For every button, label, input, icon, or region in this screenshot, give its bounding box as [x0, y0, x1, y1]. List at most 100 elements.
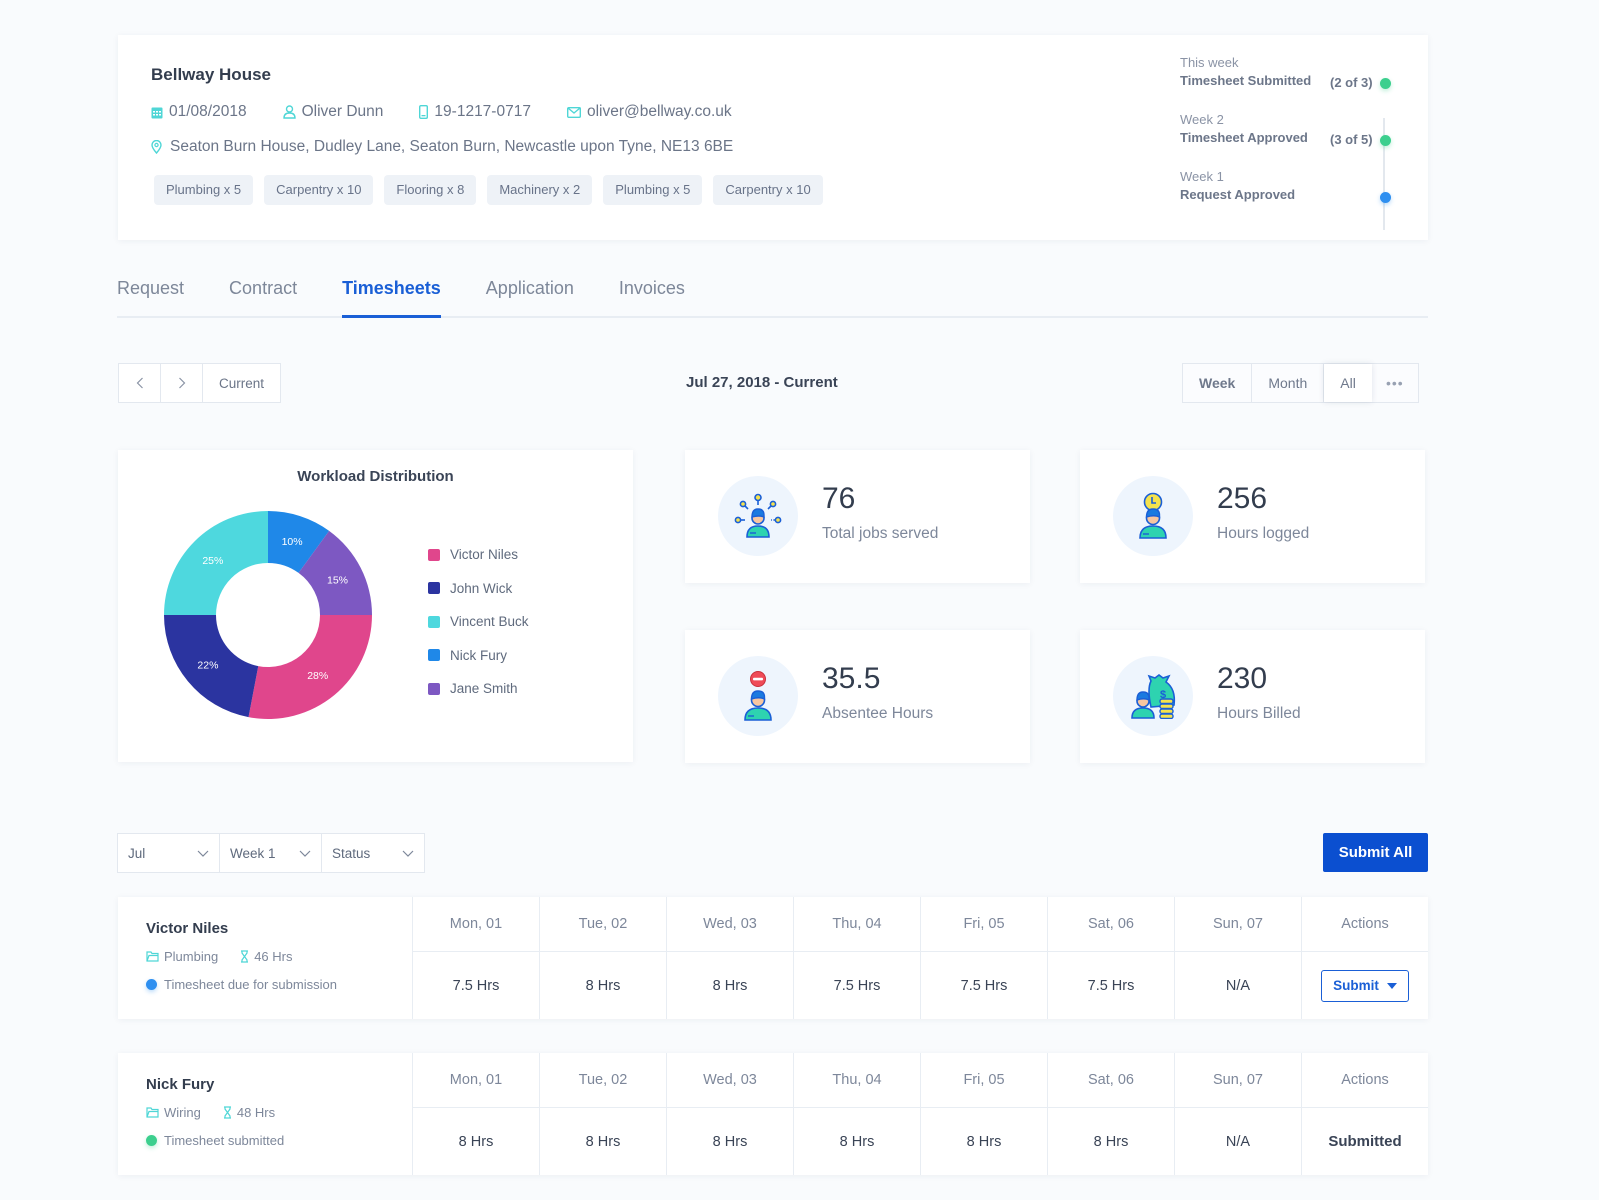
legend-label: Victor Niles — [450, 547, 519, 563]
slice-label: 25% — [202, 555, 223, 567]
legend-label: Nick Fury — [450, 647, 507, 663]
chart-legend: Victor Niles John Wick Vincent Buck Nick Fu… — [428, 538, 529, 706]
day-column: Wed, 03 8 Hrs — [667, 1053, 794, 1175]
day-hours-cell[interactable]: N/A — [1175, 952, 1301, 1019]
status-dot — [146, 979, 157, 990]
day-hours-cell[interactable]: 8 Hrs — [540, 1108, 666, 1175]
day-column: Fri, 05 8 Hrs — [921, 1053, 1048, 1175]
timesheet-grid: Mon, 01 8 Hrs Tue, 02 8 Hrs Wed, 03 8 Hrs Thu,… — [413, 1053, 1428, 1175]
day-header: Fri, 05 — [921, 897, 1047, 952]
chevron-down-icon — [402, 850, 414, 857]
tab-application[interactable]: Application — [486, 278, 574, 316]
stat-card-hours-billed: $ 230 Hours Billed — [1080, 630, 1425, 763]
worker-trade: Wiring — [146, 1105, 201, 1120]
timeline-item: Week 1 Request Approved — [1180, 169, 1410, 226]
submit-dropdown-button[interactable]: Submit — [1321, 969, 1409, 1002]
timesheet-status: Timesheet submitted — [146, 1133, 284, 1148]
worker-meta: Plumbing 46 Hrs — [146, 949, 315, 964]
worker-name[interactable]: Nick Fury — [146, 1076, 214, 1093]
project-address: Seaton Burn House, Dudley Lane, Seaton B… — [151, 138, 733, 156]
legend-item[interactable]: Victor Niles — [428, 538, 529, 572]
current-button[interactable]: Current — [203, 364, 280, 402]
day-hours-cell[interactable]: 7.5 Hrs — [413, 952, 539, 1019]
week-select-value: Week 1 — [230, 845, 276, 861]
legend-item[interactable]: John Wick — [428, 572, 529, 606]
day-hours-cell[interactable]: 7.5 Hrs — [794, 952, 920, 1019]
status-select-value: Status — [332, 845, 371, 861]
day-hours-cell[interactable]: N/A — [1175, 1108, 1301, 1175]
week-select[interactable]: Week 1 — [220, 834, 322, 872]
previous-button[interactable] — [119, 364, 161, 402]
folder-icon — [146, 951, 159, 962]
day-hours-cell[interactable]: 8 Hrs — [540, 952, 666, 1019]
status-timeline: This week Timesheet Submitted (2 of 3) W… — [1180, 55, 1410, 226]
project-email-link[interactable]: oliver@bellway.co.uk — [587, 103, 732, 121]
day-header: Wed, 03 — [667, 897, 793, 952]
project-contact: Oliver Dunn — [282, 103, 383, 121]
day-hours-cell[interactable]: 7.5 Hrs — [921, 952, 1047, 1019]
day-hours-cell[interactable]: 7.5 Hrs — [1048, 952, 1174, 1019]
workload-chart-card: Workload Distribution 10% 15% 28% 22% 25% Vi… — [118, 450, 633, 762]
month-select[interactable]: Jul — [118, 834, 220, 872]
project-phone-text[interactable]: 19-1217-0717 — [434, 103, 531, 121]
trade-tags: Plumbing x 5 Carpentry x 10 Flooring x 8… — [154, 175, 834, 205]
worker-info: Nick Fury Wiring 48 Hrs Timesheet submitted — [118, 1053, 413, 1175]
next-button[interactable] — [161, 364, 203, 402]
tab-contract[interactable]: Contract — [229, 278, 297, 316]
project-address-text: Seaton Burn House, Dudley Lane, Seaton B… — [170, 138, 734, 155]
worker-trade: Plumbing — [146, 949, 218, 964]
day-column: Mon, 01 7.5 Hrs — [413, 897, 540, 1019]
stat-label: Hours logged — [1217, 525, 1310, 542]
day-hours-cell[interactable]: 8 Hrs — [413, 1108, 539, 1175]
submit-all-button[interactable]: Submit All — [1323, 833, 1428, 872]
trade-tag: Machinery x 2 — [487, 175, 593, 205]
worker-hours: 46 Hrs — [240, 949, 293, 964]
project-title: Bellway House — [151, 65, 271, 84]
tab-timesheets[interactable]: Timesheets — [342, 278, 441, 318]
legend-swatch — [428, 649, 440, 662]
day-hours-cell[interactable]: 8 Hrs — [667, 1108, 793, 1175]
hourglass-icon — [223, 1106, 231, 1119]
more-options-button[interactable]: ••• — [1372, 364, 1418, 402]
day-header: Wed, 03 — [667, 1053, 793, 1108]
location-pin-icon — [151, 140, 162, 154]
stat-value: 256 — [1217, 482, 1268, 515]
timeline-status: Timesheet Approved — [1180, 130, 1308, 145]
day-hours-cell[interactable]: 8 Hrs — [1048, 1108, 1174, 1175]
actions-cell: Submit — [1302, 952, 1428, 1019]
day-column: Sat, 06 7.5 Hrs — [1048, 897, 1175, 1019]
donut-slice-victor-niles[interactable] — [248, 615, 372, 719]
period-all-button[interactable]: All — [1324, 364, 1372, 402]
day-header: Thu, 04 — [794, 1053, 920, 1108]
legend-item[interactable]: Vincent Buck — [428, 605, 529, 639]
slice-label: 28% — [307, 670, 328, 682]
actions-column: Actions Submitted — [1302, 1053, 1428, 1175]
worker-hours-text: 48 Hrs — [236, 1105, 276, 1120]
timeline-dot — [1380, 135, 1391, 146]
period-month-button[interactable]: Month — [1252, 364, 1325, 402]
trade-tag: Plumbing x 5 — [154, 175, 254, 205]
day-hours-cell[interactable]: 8 Hrs — [667, 952, 793, 1019]
day-column: Sat, 06 8 Hrs — [1048, 1053, 1175, 1175]
worker-trade-text: Wiring — [164, 1105, 201, 1120]
tab-request[interactable]: Request — [117, 278, 184, 316]
day-hours-cell[interactable]: 8 Hrs — [921, 1108, 1047, 1175]
stat-value: 35.5 — [822, 662, 881, 695]
worker-name[interactable]: Victor Niles — [146, 920, 228, 937]
status-select[interactable]: Status — [322, 834, 424, 872]
timeline-week: Week 2 — [1180, 112, 1224, 127]
timeline-dot — [1380, 192, 1391, 203]
day-column: Thu, 04 7.5 Hrs — [794, 897, 921, 1019]
period-week-button[interactable]: Week — [1183, 364, 1253, 402]
mail-icon — [566, 106, 581, 118]
day-hours-cell[interactable]: 8 Hrs — [794, 1108, 920, 1175]
worker-clock-icon — [1113, 476, 1193, 556]
day-header: Sat, 06 — [1048, 897, 1174, 952]
legend-item[interactable]: Nick Fury — [428, 639, 529, 673]
slice-label: 10% — [282, 536, 303, 548]
tab-invoices[interactable]: Invoices — [619, 278, 685, 316]
caret-down-icon — [1386, 982, 1397, 989]
worker-hours: 48 Hrs — [223, 1105, 275, 1120]
legend-item[interactable]: Jane Smith — [428, 672, 529, 706]
worker-meta: Wiring 48 Hrs — [146, 1105, 297, 1120]
